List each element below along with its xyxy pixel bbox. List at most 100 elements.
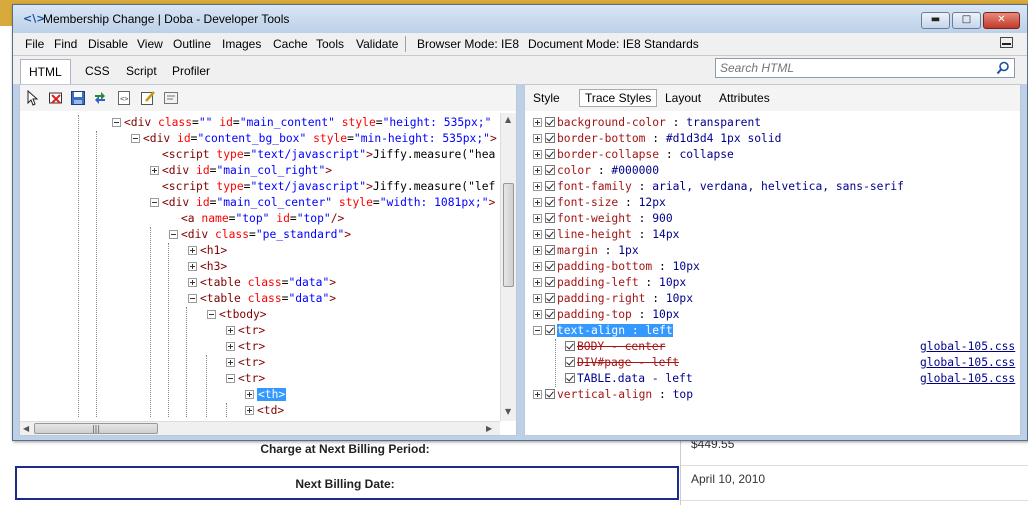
menu-file[interactable]: File (25, 37, 44, 51)
menu-images[interactable]: Images (222, 37, 261, 51)
checkbox[interactable] (545, 213, 555, 223)
collapse-icon[interactable] (112, 118, 121, 127)
checkbox[interactable] (545, 117, 555, 127)
menu-tools[interactable]: Tools (316, 37, 344, 51)
style-property-row[interactable]: line-height : 14px (533, 227, 679, 243)
expand-icon[interactable] (188, 278, 197, 287)
collapse-icon[interactable] (533, 326, 542, 335)
search-box[interactable] (715, 58, 1015, 78)
expand-icon[interactable] (533, 214, 542, 223)
stylesheet-link[interactable]: global-105.css (920, 355, 1015, 371)
save-icon[interactable] (70, 90, 86, 106)
dom-tree-node[interactable]: <tr> (226, 355, 265, 371)
expand-icon[interactable] (533, 310, 542, 319)
tab-html[interactable]: HTML (20, 59, 71, 86)
dom-tree-node[interactable]: <h1> (188, 243, 227, 259)
tab-profiler[interactable]: Profiler (164, 61, 218, 84)
style-property-row[interactable]: vertical-align : top (533, 387, 693, 403)
expand-icon[interactable] (533, 390, 542, 399)
horizontal-scroll-thumb[interactable]: ||| (34, 423, 158, 434)
expand-icon[interactable] (226, 326, 235, 335)
checkbox[interactable] (545, 245, 555, 255)
expand-icon[interactable] (188, 246, 197, 255)
dom-tree-node[interactable]: <div id="main_col_center" style="width: … (150, 195, 495, 211)
scroll-up-arrow-icon[interactable]: ▲ (505, 115, 511, 124)
dom-tree-node[interactable]: <div class="pe_standard"> (169, 227, 351, 243)
minimize-panel-icon[interactable] (1000, 37, 1013, 48)
style-property-row[interactable]: background-color : transparent (533, 115, 761, 131)
vertical-scroll-thumb[interactable] (503, 183, 514, 287)
dom-tree-node[interactable]: <th> (245, 387, 287, 403)
expand-icon[interactable] (226, 342, 235, 351)
vertical-scrollbar[interactable]: ▲ ▼ (500, 113, 516, 421)
dom-tree-node[interactable]: <h3> (188, 259, 227, 275)
collapse-icon[interactable] (207, 310, 216, 319)
menu-outline[interactable]: Outline (173, 37, 211, 51)
menu-disable[interactable]: Disable (88, 37, 128, 51)
tab-style[interactable]: Style (533, 91, 560, 105)
expand-icon[interactable] (533, 166, 542, 175)
style-property-row[interactable]: padding-top : 10px (533, 307, 679, 323)
edit-icon[interactable] (140, 90, 156, 106)
refresh-icon[interactable] (92, 90, 108, 106)
expand-icon[interactable] (245, 390, 254, 399)
checkbox[interactable] (545, 293, 555, 303)
collapse-icon[interactable] (131, 134, 140, 143)
checkbox[interactable] (565, 373, 575, 383)
dom-view-icon[interactable]: <> (116, 90, 132, 106)
checkbox[interactable] (545, 165, 555, 175)
dom-tree-node[interactable]: <a name="top" id="top"/> (181, 211, 344, 227)
stylesheet-link[interactable]: global-105.css (920, 339, 1015, 355)
checkbox[interactable] (545, 261, 555, 271)
expand-icon[interactable] (533, 150, 542, 159)
expand-icon[interactable] (533, 198, 542, 207)
select-element-icon[interactable] (25, 90, 41, 106)
expand-icon[interactable] (533, 294, 542, 303)
expand-icon[interactable] (533, 118, 542, 127)
dom-tree-node[interactable]: <div class="" id="main_content" style="h… (112, 115, 491, 131)
style-rule-row[interactable]: BODY - center (565, 339, 665, 355)
expand-icon[interactable] (188, 262, 197, 271)
menu-find[interactable]: Find (54, 37, 77, 51)
dom-tree-node[interactable]: <tr> (226, 323, 265, 339)
expand-icon[interactable] (533, 230, 542, 239)
expand-icon[interactable] (533, 246, 542, 255)
checkbox[interactable] (545, 325, 555, 335)
dom-tree-node[interactable]: <div id="content_bg_box" style="min-heig… (131, 131, 497, 147)
checkbox[interactable] (565, 341, 575, 351)
checkbox[interactable] (545, 277, 555, 287)
dom-tree-node[interactable]: <td> (245, 403, 284, 417)
expand-icon[interactable] (245, 406, 254, 415)
dom-tree-node[interactable]: <tr> (226, 339, 265, 355)
checkbox[interactable] (545, 197, 555, 207)
maximize-button[interactable]: □ (952, 12, 981, 29)
dom-tree-node[interactable]: <table class="data"> (188, 275, 336, 291)
checkbox[interactable] (545, 133, 555, 143)
style-property-row[interactable]: border-bottom : #d1d3d4 1px solid (533, 131, 781, 147)
clear-outline-icon[interactable] (48, 90, 64, 106)
style-rule-row[interactable]: TABLE.data - left (565, 371, 693, 387)
menu-cache[interactable]: Cache (273, 37, 308, 51)
expand-icon[interactable] (226, 358, 235, 367)
collapse-icon[interactable] (169, 230, 178, 239)
style-property-row[interactable]: font-weight : 900 (533, 211, 673, 227)
tab-css[interactable]: CSS (77, 61, 118, 84)
stylesheet-link[interactable]: global-105.css (920, 371, 1015, 387)
style-property-row[interactable]: font-size : 12px (533, 195, 666, 211)
style-property-row[interactable]: padding-right : 10px (533, 291, 693, 307)
style-property-row[interactable]: border-collapse : collapse (533, 147, 734, 163)
collapse-icon[interactable] (188, 294, 197, 303)
menu-view[interactable]: View (137, 37, 163, 51)
search-input[interactable] (720, 61, 990, 75)
checkbox[interactable] (565, 357, 575, 367)
tab-layout[interactable]: Layout (665, 91, 701, 105)
style-property-row[interactable]: color : #000000 (533, 163, 659, 179)
browser-mode-menu[interactable]: Browser Mode: IE8 (417, 37, 519, 51)
word-wrap-icon[interactable] (163, 90, 179, 106)
dom-tree-node[interactable]: <div id="main_col_right"> (150, 163, 332, 179)
dom-tree-node[interactable]: <script type="text/javascript">Jiffy.mea… (162, 179, 495, 195)
tab-script[interactable]: Script (118, 61, 165, 84)
style-property-row[interactable]: text-align : left (533, 323, 673, 339)
expand-icon[interactable] (533, 182, 542, 191)
tab-attributes[interactable]: Attributes (719, 91, 770, 105)
